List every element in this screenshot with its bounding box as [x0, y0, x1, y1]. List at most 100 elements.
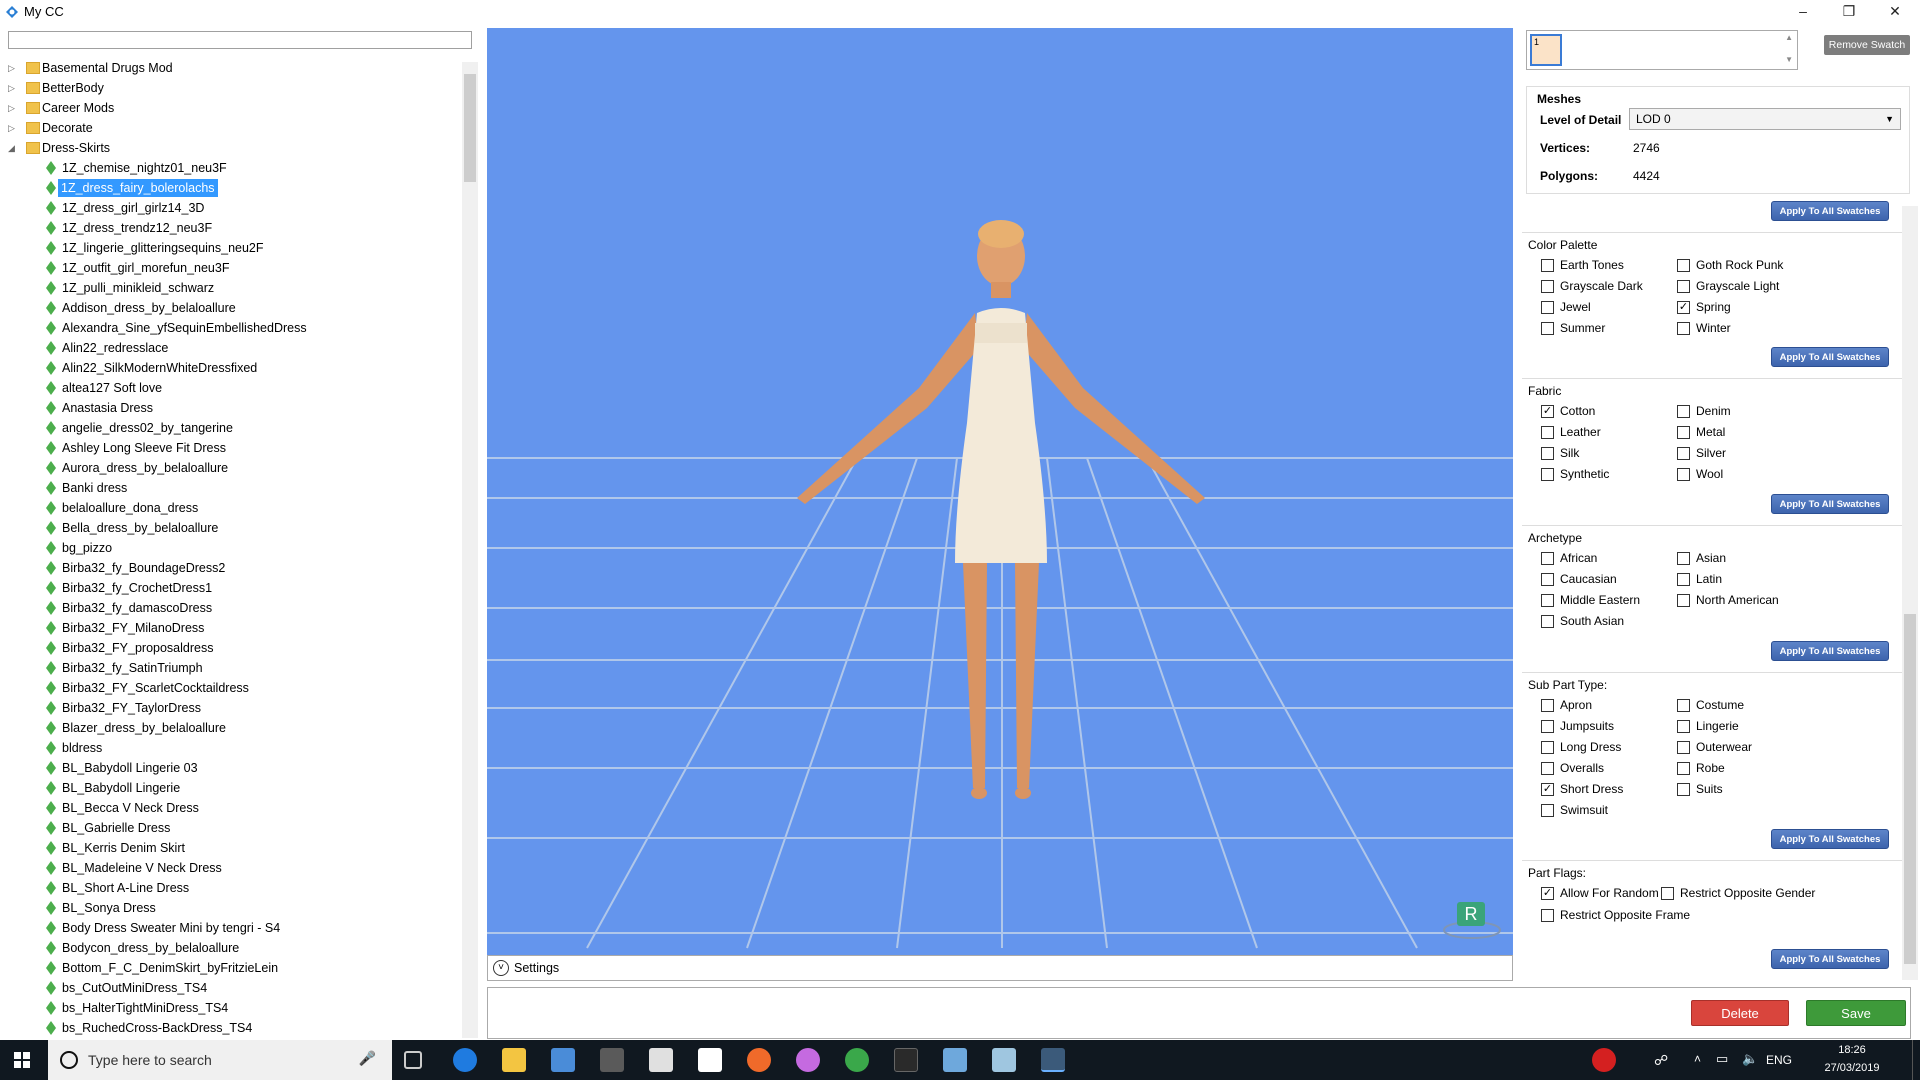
apply-all-button-part-flags[interactable]: Apply To All Swatches: [1771, 949, 1889, 969]
checkbox-box[interactable]: [1541, 741, 1554, 754]
tree-item[interactable]: BL_Short A-Line Dress: [0, 878, 460, 898]
sims-icon[interactable]: [845, 1048, 869, 1072]
show-desktop-button[interactable]: [1912, 1040, 1920, 1080]
taskbar-search[interactable]: Type here to search 🎤: [48, 1040, 392, 1080]
maps-icon[interactable]: [796, 1048, 820, 1072]
tree-item[interactable]: Banki dress: [0, 478, 460, 498]
swatch-list[interactable]: 1 ▲ ▼: [1526, 30, 1798, 70]
tree-item[interactable]: angelie_dress02_by_tangerine: [0, 418, 460, 438]
apply-all-button-fabric[interactable]: Apply To All Swatches: [1771, 494, 1889, 514]
expand-arrow-icon[interactable]: ▷: [8, 78, 20, 98]
properties-scrollbar[interactable]: [1902, 206, 1918, 980]
media-icon[interactable]: [894, 1048, 918, 1072]
checkbox-box[interactable]: [1541, 301, 1554, 314]
edge-icon[interactable]: [453, 1048, 477, 1072]
origin-icon[interactable]: [747, 1048, 771, 1072]
checkbox-box[interactable]: [1541, 259, 1554, 272]
checkbox-box[interactable]: [1677, 447, 1690, 460]
scroll-up-icon[interactable]: ▲: [1785, 33, 1793, 42]
tree-item[interactable]: BL_Sonya Dress: [0, 898, 460, 918]
tree-item[interactable]: bg_pizzo: [0, 538, 460, 558]
tree-item[interactable]: 1Z_dress_girl_girlz14_3D: [0, 198, 460, 218]
checkbox-box[interactable]: [1541, 804, 1554, 817]
tree-item[interactable]: 1Z_dress_trendz12_neu3F: [0, 218, 460, 238]
windows-start-icon[interactable]: [14, 1052, 30, 1068]
apply-all-button-meshes[interactable]: Apply To All Swatches: [1771, 201, 1889, 221]
checkmark-icon[interactable]: ✓: [1541, 405, 1554, 418]
tree-item-selected[interactable]: 1Z_dress_fairy_bolerolachs: [0, 178, 460, 198]
checkbox-box[interactable]: [1541, 909, 1554, 922]
microphone-icon[interactable]: 🎤: [359, 1050, 376, 1067]
tree-item[interactable]: Birba32_fy_CrochetDress1: [0, 578, 460, 598]
collapse-arrow-icon[interactable]: ◢: [8, 138, 20, 158]
tree-item[interactable]: 1Z_lingerie_glitteringsequins_neu2F: [0, 238, 460, 258]
checkbox-box[interactable]: [1541, 426, 1554, 439]
tree-search-input[interactable]: [8, 31, 472, 49]
remove-swatch-button[interactable]: Remove Swatch: [1824, 35, 1910, 55]
tree-item[interactable]: Birba32_fy_SatinTriumph: [0, 658, 460, 678]
calendar-icon[interactable]: [649, 1048, 673, 1072]
checkbox-box[interactable]: [1677, 280, 1690, 293]
tree-item[interactable]: Bella_dress_by_belaloallure: [0, 518, 460, 538]
tree-folder[interactable]: ▷ Basemental Drugs Mod: [0, 58, 460, 78]
checkbox-box[interactable]: [1677, 762, 1690, 775]
tree-item[interactable]: Birba32_FY_proposaldress: [0, 638, 460, 658]
tree-item[interactable]: Blazer_dress_by_belaloallure: [0, 718, 460, 738]
delete-button[interactable]: Delete: [1691, 1000, 1789, 1026]
checkbox-box[interactable]: [1677, 594, 1690, 607]
chevron-down-icon[interactable]: ˅: [493, 960, 509, 976]
expand-arrow-icon[interactable]: ▷: [8, 58, 20, 78]
expand-arrow-icon[interactable]: ▷: [8, 118, 20, 138]
notepad-icon[interactable]: [992, 1048, 1016, 1072]
settings-bar[interactable]: ˅ Settings: [487, 955, 1513, 981]
tree-folder[interactable]: ▷ BetterBody: [0, 78, 460, 98]
tree-scroll-thumb[interactable]: [464, 74, 476, 182]
network-icon[interactable]: ▭: [1716, 1051, 1728, 1067]
checkbox-box[interactable]: [1541, 468, 1554, 481]
checkbox-box[interactable]: [1677, 405, 1690, 418]
sims4-studio-icon[interactable]: [1041, 1048, 1065, 1072]
model-viewport[interactable]: R: [487, 28, 1513, 980]
remote-desktop-icon[interactable]: [943, 1048, 967, 1072]
tree-item[interactable]: Birba32_FY_MilanoDress: [0, 618, 460, 638]
people-icon[interactable]: ☍: [1654, 1052, 1668, 1069]
tree-item[interactable]: Bottom_F_C_DenimSkirt_byFritzieLein: [0, 958, 460, 978]
swatch-item[interactable]: 1: [1530, 34, 1562, 66]
checkbox-box[interactable]: [1541, 573, 1554, 586]
checkbox-box[interactable]: [1677, 259, 1690, 272]
tree-item[interactable]: Alin22_redresslace: [0, 338, 460, 358]
tree-item[interactable]: bs_CutOutMiniDress_TS4: [0, 978, 460, 998]
tree-item[interactable]: BL_Madeleine V Neck Dress: [0, 858, 460, 878]
file-explorer-icon[interactable]: [502, 1048, 526, 1072]
minimize-button[interactable]: –: [1780, 0, 1826, 24]
tree-item[interactable]: Aurora_dress_by_belaloallure: [0, 458, 460, 478]
lod-select[interactable]: LOD 0 ▼: [1629, 108, 1901, 130]
checkbox-box[interactable]: [1677, 699, 1690, 712]
tree-item[interactable]: Body Dress Sweater Mini by tengri - S4: [0, 918, 460, 938]
checkbox-box[interactable]: [1677, 741, 1690, 754]
volume-icon[interactable]: 🔈: [1742, 1051, 1758, 1067]
mail-icon[interactable]: [698, 1048, 722, 1072]
tree-item[interactable]: Birba32_FY_TaylorDress: [0, 698, 460, 718]
tree-folder[interactable]: ▷ Decorate: [0, 118, 460, 138]
apply-all-button-color-palette[interactable]: Apply To All Swatches: [1771, 347, 1889, 367]
checkbox-box[interactable]: [1541, 322, 1554, 335]
tree-item[interactable]: Birba32_FY_ScarletCocktaildress: [0, 678, 460, 698]
expand-arrow-icon[interactable]: ▷: [8, 98, 20, 118]
checkbox-box[interactable]: [1677, 573, 1690, 586]
close-button[interactable]: ✕: [1872, 0, 1918, 24]
checkbox-box[interactable]: [1541, 615, 1554, 628]
tree-item[interactable]: 1Z_chemise_nightz01_neu3F: [0, 158, 460, 178]
checkmark-icon[interactable]: ✓: [1677, 301, 1690, 314]
store-icon[interactable]: [551, 1048, 575, 1072]
properties-scroll-thumb[interactable]: [1904, 614, 1916, 964]
checkbox-box[interactable]: [1677, 783, 1690, 796]
tree-item[interactable]: BL_Babydoll Lingerie 03: [0, 758, 460, 778]
tree-scrollbar[interactable]: [462, 62, 478, 1038]
tree-item[interactable]: belaloallure_dona_dress: [0, 498, 460, 518]
tree-item[interactable]: 1Z_outfit_girl_morefun_neu3F: [0, 258, 460, 278]
checkbox-box[interactable]: [1541, 552, 1554, 565]
checkbox-box[interactable]: [1677, 468, 1690, 481]
tree-item[interactable]: Bodycon_dress_by_belaloallure: [0, 938, 460, 958]
tree-item[interactable]: Anastasia Dress: [0, 398, 460, 418]
